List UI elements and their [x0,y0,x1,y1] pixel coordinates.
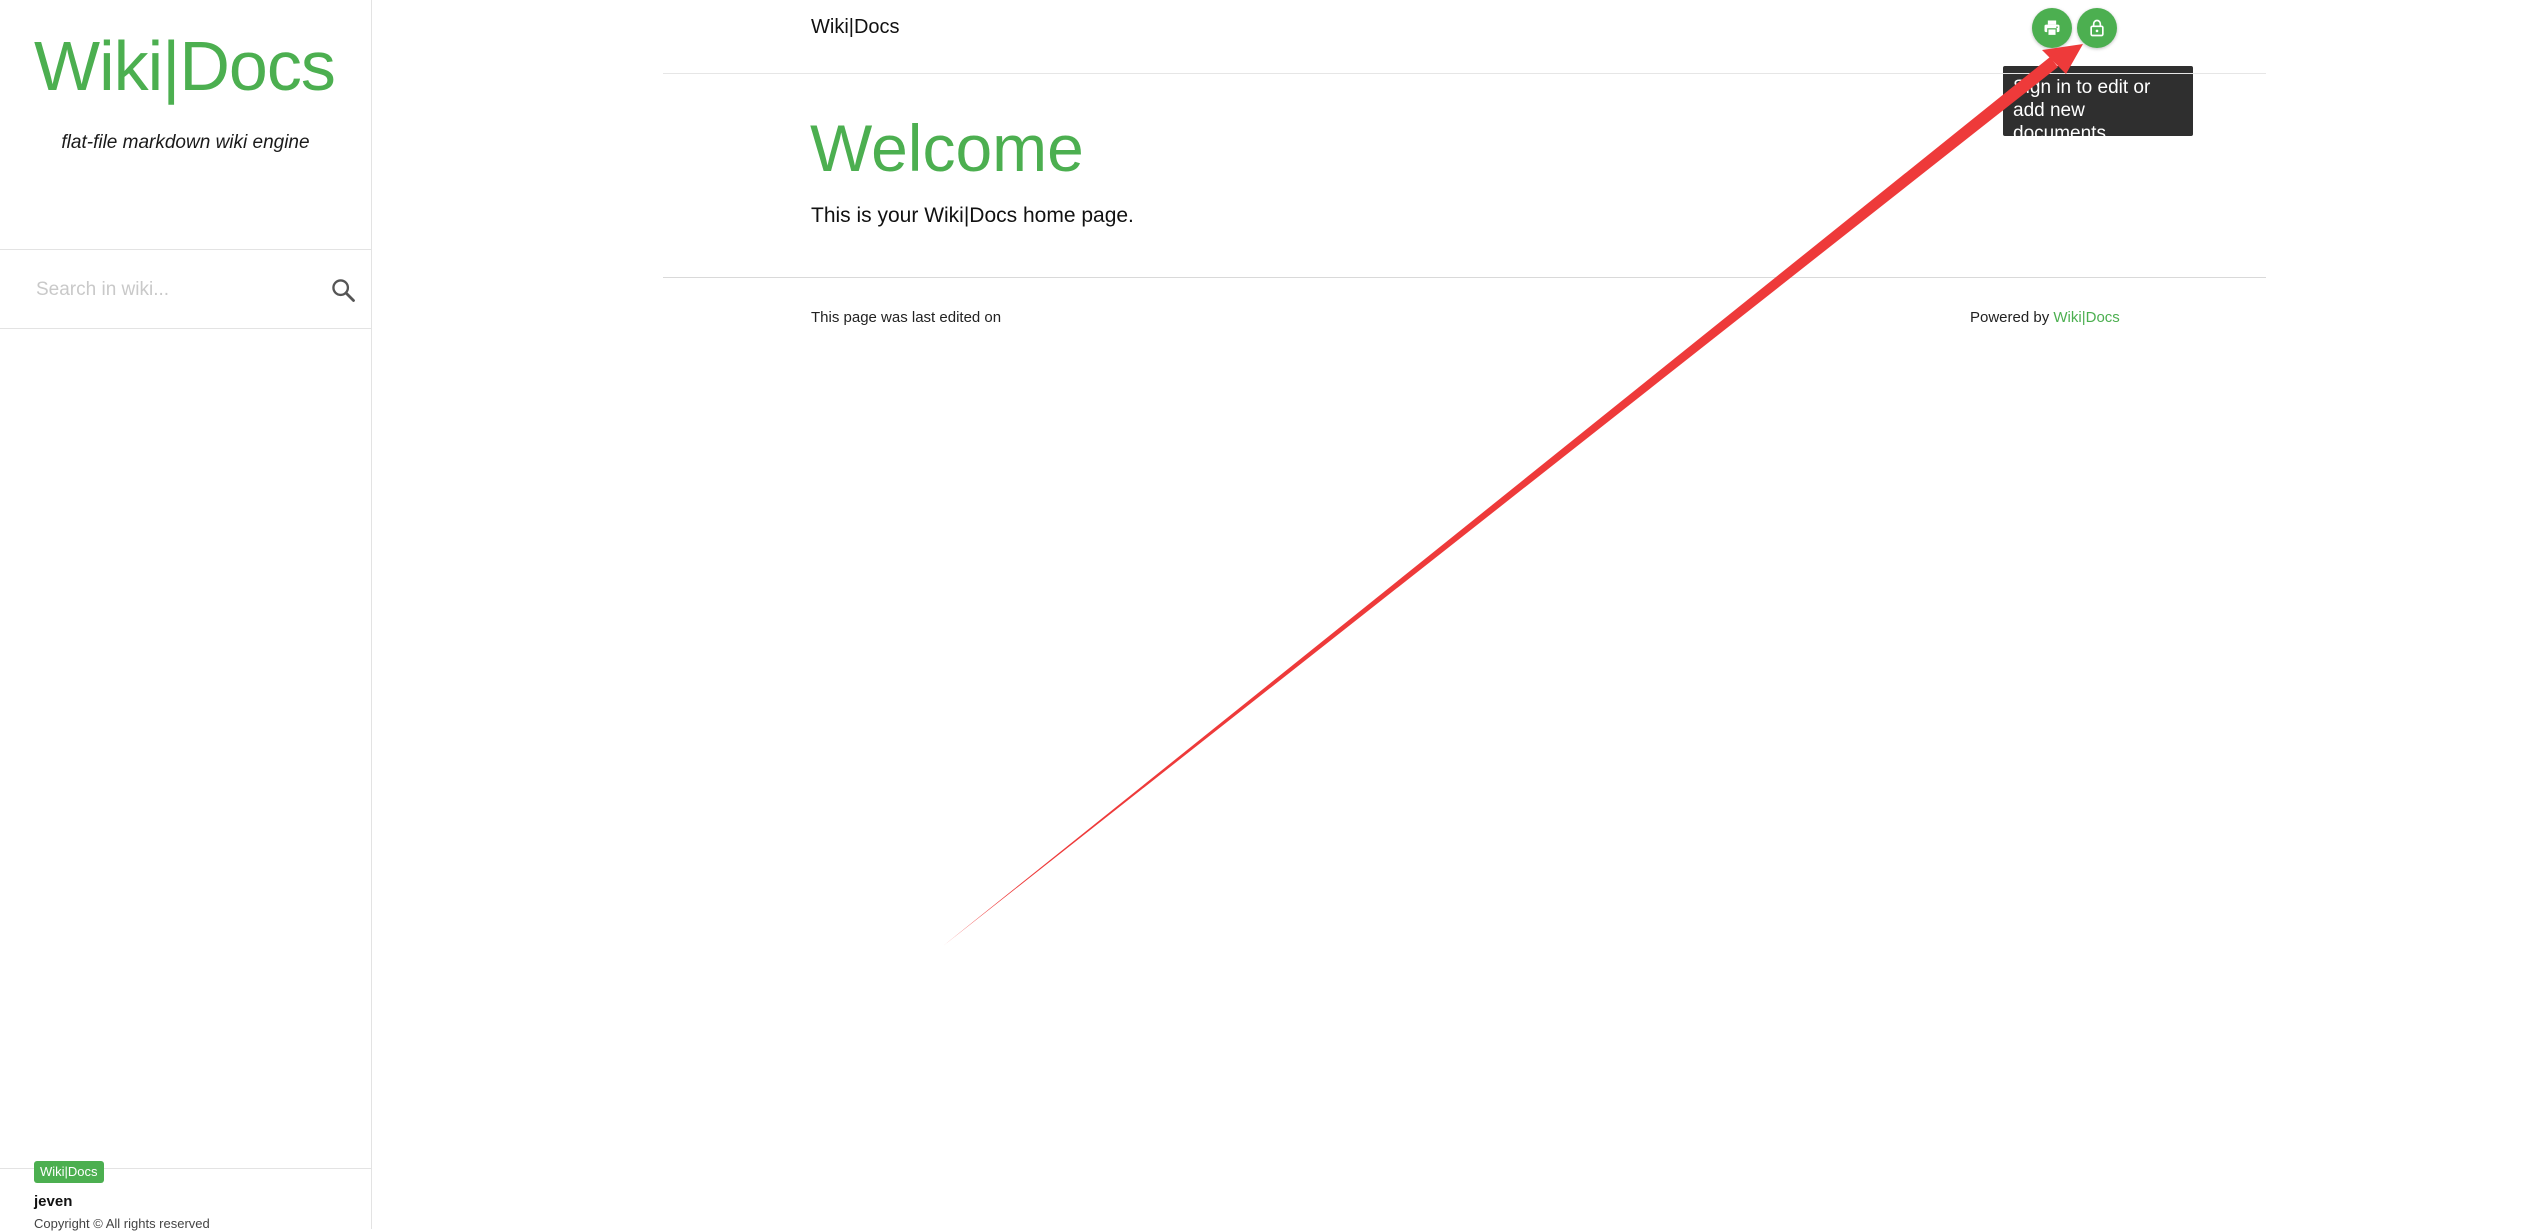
powered-by: Powered by Wiki|Docs [1970,309,2120,326]
powered-by-label: Powered by [1970,309,2050,326]
print-button[interactable] [2032,8,2072,48]
sign-in-button[interactable] [2077,8,2117,48]
arrow-shaft [943,57,2058,946]
last-edited-text: This page was last edited on [811,309,1002,326]
header-title[interactable]: Wiki|Docs [811,16,900,39]
sign-in-tooltip: Sign in to edit or add new documents [2003,66,2193,144]
tooltip-line-1: Sign in to edit or [2013,77,2151,98]
sidebar-footer: Wiki|Docs jeven Copyright © All rights r… [0,1161,371,1231]
header-divider [663,73,2266,74]
sidebar-brand-logo[interactable]: Wiki|Docs [34,24,336,108]
sidebar-tagline: flat-file markdown wiki engine [61,132,310,153]
footer-brand-badge[interactable]: Wiki|Docs [34,1161,104,1183]
page-title: Welcome [810,111,1084,185]
tooltip-line-2: add new documents [2013,100,2106,144]
page-body-text: This is your Wiki|Docs home page. [811,204,1134,227]
lock-icon [2090,19,2104,37]
sidebar: Wiki|Docs flat-file markdown wiki engine… [0,0,372,1231]
content-divider [663,277,2266,278]
footer-author: jeven [34,1193,73,1210]
powered-by-link[interactable]: Wiki|Docs [2053,309,2119,326]
annotation-arrow [943,44,2083,946]
search-input[interactable] [34,272,308,308]
search-icon[interactable] [329,276,357,304]
printer-icon [2044,20,2060,37]
search-box [0,249,371,329]
